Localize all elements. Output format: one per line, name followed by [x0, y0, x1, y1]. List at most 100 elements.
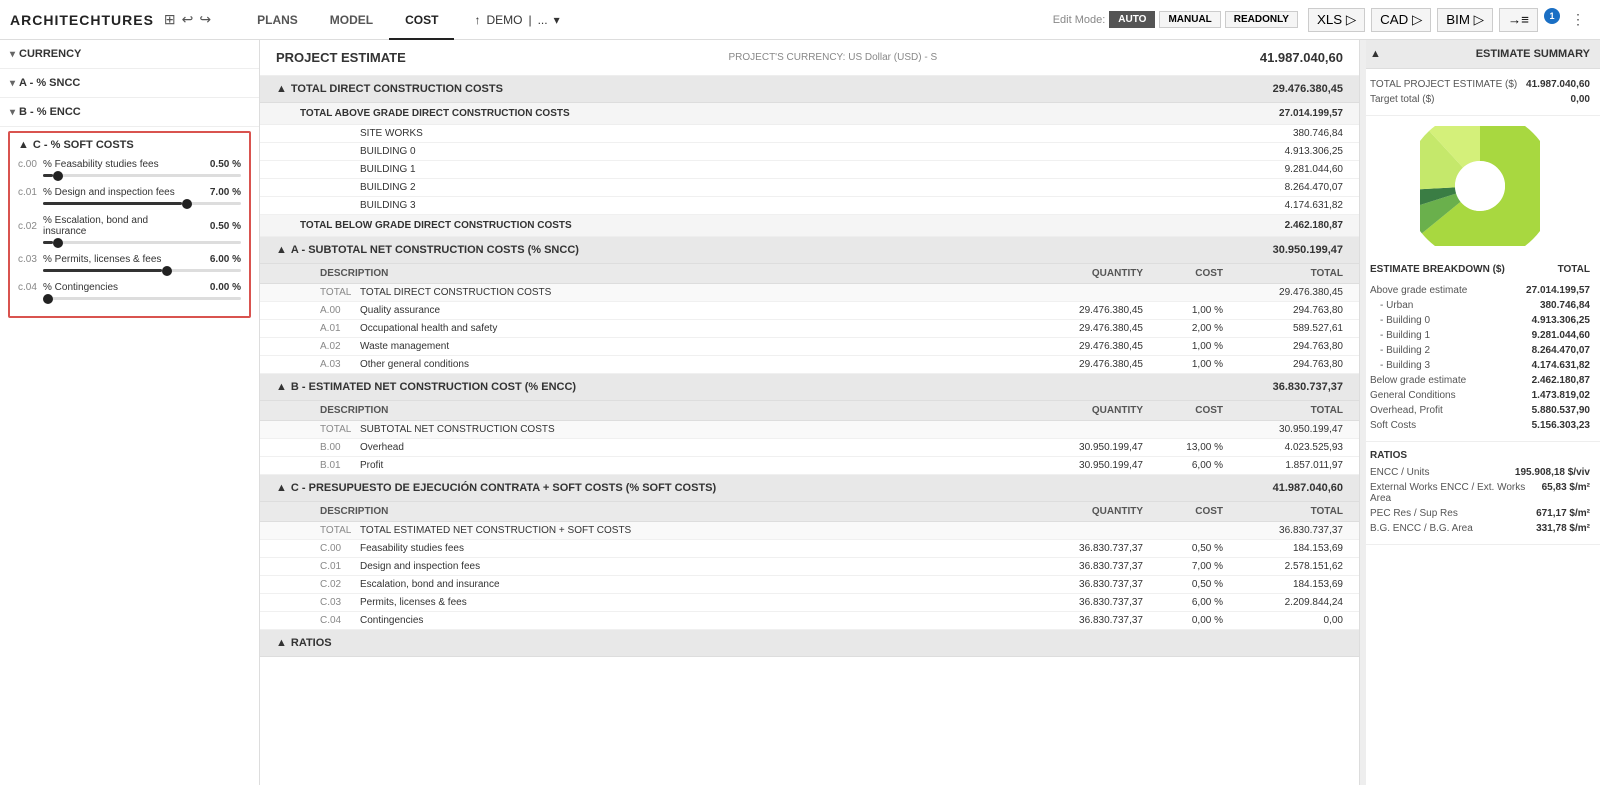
pie-chart-container: [1360, 116, 1600, 256]
slider-c03[interactable]: [18, 269, 241, 272]
more-options-icon[interactable]: ⋮: [1566, 8, 1590, 32]
chevron-icon: ▲: [276, 244, 287, 256]
encc-title: ▲ B - ESTIMATED NET CONSTRUCTION COST (%…: [276, 381, 576, 393]
currency-header[interactable]: ▾ CURRENCY: [0, 40, 259, 68]
ratios-section-header[interactable]: ▲ RATIOS: [260, 630, 1359, 657]
total-project-estimate-row: TOTAL PROJECT ESTIMATE ($) 41.987.040,60: [1370, 77, 1590, 92]
above-grade-total: 27.014.199,57: [1279, 108, 1343, 119]
currency-section: ▾ CURRENCY: [0, 40, 259, 69]
sncc-section-header[interactable]: ▲ A - SUBTOTAL NET CONSTRUCTION COSTS (%…: [260, 237, 1359, 264]
slider-c01[interactable]: [18, 202, 241, 205]
demo-label: DEMO: [486, 13, 522, 27]
notification-badge[interactable]: 1: [1544, 8, 1560, 24]
tab-cost[interactable]: COST: [389, 0, 454, 40]
demo-separator: |: [528, 13, 531, 27]
chevron-icon: ▲: [276, 381, 287, 393]
chevron-icon: ▲: [18, 139, 29, 151]
encc-section-header[interactable]: ▲ B - ESTIMATED NET CONSTRUCTION COST (%…: [260, 374, 1359, 401]
above-grade-title: TOTAL ABOVE GRADE DIRECT CONSTRUCTION CO…: [300, 108, 570, 119]
chevron-down-icon[interactable]: ▾: [554, 13, 560, 27]
right-panel: ▲ ESTIMATE SUMMARY TOTAL PROJECT ESTIMAT…: [1360, 40, 1600, 785]
scrollbar[interactable]: [1360, 40, 1366, 785]
edit-mode-label: Edit Mode:: [1053, 14, 1106, 26]
b-encc-label: B - % ENCC: [19, 106, 81, 118]
currency-label: CURRENCY: [19, 48, 81, 60]
ratios-title: ▲ RATIOS: [276, 637, 332, 649]
cost-value: 0.50 %: [191, 159, 241, 170]
demo-more-btn[interactable]: ...: [538, 13, 548, 27]
cost-item-c03: c.03 % Permits, licenses & fees 6.00 %: [18, 254, 241, 272]
building0-bd-row: - Building 0 4.913.306,25: [1370, 313, 1590, 328]
direct-costs-title: ▲ TOTAL DIRECT CONSTRUCTION COSTS: [276, 83, 503, 95]
estimate-summary-header: ▲ ESTIMATE SUMMARY: [1360, 40, 1600, 69]
bim-export-btn[interactable]: BIM ▷: [1437, 8, 1493, 32]
row-desc: SITE WORKS: [360, 128, 1023, 139]
tab-model[interactable]: MODEL: [314, 0, 389, 40]
below-grade-bd-row: Below grade estimate 2.462.180,87: [1370, 373, 1590, 388]
softcosts-section-header[interactable]: ▲ C - PRESUPUESTO DE EJECUCIÓN CONTRATA …: [260, 475, 1359, 502]
main-area: ▾ CURRENCY ▾ A - % SNCC ▾ B - % ENCC ▲ C…: [0, 40, 1600, 785]
ext-works-row: External Works ENCC / Ext. Works Area 65…: [1370, 480, 1590, 506]
b-encc-header[interactable]: ▾ B - % ENCC: [0, 98, 259, 126]
building3-row: BUILDING 3 4.174.631,82: [260, 197, 1359, 215]
slider-c04[interactable]: [18, 297, 241, 300]
arrow-btn[interactable]: →≡: [1499, 8, 1538, 32]
softcosts-title: ▲ C - PRESUPUESTO DE EJECUCIÓN CONTRATA …: [276, 482, 716, 494]
cost-item-c01: c.01 % Design and inspection fees 7.00 %: [18, 187, 241, 205]
th-cost: COST: [1143, 506, 1223, 517]
softcosts-c03-row: C.03 Permits, licenses & fees 36.830.737…: [260, 594, 1359, 612]
below-grade-subsection: TOTAL BELOW GRADE DIRECT CONSTRUCTION CO…: [260, 215, 1359, 237]
direct-costs-section-header[interactable]: ▲ TOTAL DIRECT CONSTRUCTION COSTS 29.476…: [260, 76, 1359, 103]
cost-label: % Design and inspection fees: [43, 187, 191, 198]
target-total-label: Target total ($): [1370, 94, 1571, 105]
chevron-icon: ▾: [10, 107, 15, 118]
cost-item-c02: c.02 % Escalation, bond and insurance 0.…: [18, 215, 241, 244]
mode-auto-btn[interactable]: AUTO: [1109, 11, 1155, 28]
mode-manual-btn[interactable]: MANUAL: [1159, 11, 1220, 28]
building1-bd-row: - Building 1 9.281.044,60: [1370, 328, 1590, 343]
softcosts-c00-row: C.00 Feasability studies fees 36.830.737…: [260, 540, 1359, 558]
estimate-breakdown-section: ESTIMATE BREAKDOWN ($) TOTAL Above grade…: [1360, 256, 1600, 442]
cost-label: % Feasability studies fees: [43, 159, 191, 170]
project-total-value: 41.987.040,60: [1260, 50, 1343, 65]
cost-code: c.01: [18, 187, 43, 198]
app-logo: ARCHITECHTURES: [10, 12, 154, 28]
below-grade-total: 2.462.180,87: [1285, 220, 1343, 231]
sncc-a00-row: A.00 Quality assurance 29.476.380,45 1,0…: [260, 302, 1359, 320]
cost-code: c.00: [18, 159, 43, 170]
soft-costs-header[interactable]: ▲ C - % SOFT COSTS: [18, 139, 241, 151]
encc-table-header: DESCRIPTION QUANTITY COST TOTAL: [260, 401, 1359, 421]
redo-icon[interactable]: ↪: [199, 11, 211, 28]
th-description: DESCRIPTION: [320, 268, 1023, 279]
th-description: DESCRIPTION: [320, 506, 1023, 517]
overhead-profit-row: Overhead, Profit 5.880.537,90: [1370, 403, 1590, 418]
slider-c00[interactable]: [18, 174, 241, 177]
th-quantity: QUANTITY: [1023, 506, 1143, 517]
a-sncc-header[interactable]: ▾ A - % SNCC: [0, 69, 259, 97]
grid-icon[interactable]: ⊞: [164, 11, 176, 28]
th-cost: COST: [1143, 405, 1223, 416]
softcosts-c02-row: C.02 Escalation, bond and insurance 36.8…: [260, 576, 1359, 594]
building1-row: BUILDING 1 9.281.044,60: [260, 161, 1359, 179]
cad-export-btn[interactable]: CAD ▷: [1371, 8, 1431, 32]
total-project-estimate-label: TOTAL PROJECT ESTIMATE ($): [1370, 79, 1526, 90]
undo-icon[interactable]: ↩: [182, 11, 194, 28]
mode-readonly-btn[interactable]: READONLY: [1225, 11, 1298, 28]
sncc-total: 30.950.199,47: [1273, 244, 1343, 256]
ratios-label: RATIOS: [1370, 450, 1590, 461]
cost-code: c.03: [18, 254, 43, 265]
slider-c02[interactable]: [18, 241, 241, 244]
total-label: TOTAL: [1558, 264, 1590, 275]
building3-bd-row: - Building 3 4.174.631,82: [1370, 358, 1590, 373]
topbar: ARCHITECHTURES ⊞ ↩ ↪ PLANS MODEL COST ↑ …: [0, 0, 1600, 40]
softcosts-total: 41.987.040,60: [1273, 482, 1343, 494]
xls-export-btn[interactable]: XLS ▷: [1308, 8, 1365, 32]
softcosts-table-header: DESCRIPTION QUANTITY COST TOTAL: [260, 502, 1359, 522]
cost-code: c.02: [18, 221, 43, 232]
tab-plans[interactable]: PLANS: [241, 0, 314, 40]
total-project-estimate-value: 41.987.040,60: [1526, 79, 1590, 90]
above-grade-subsection: TOTAL ABOVE GRADE DIRECT CONSTRUCTION CO…: [260, 103, 1359, 125]
encc-units-row: ENCC / Units 195.908,18 $/viv: [1370, 465, 1590, 480]
soft-costs-label: C - % SOFT COSTS: [33, 139, 134, 151]
building0-row: BUILDING 0 4.913.306,25: [260, 143, 1359, 161]
